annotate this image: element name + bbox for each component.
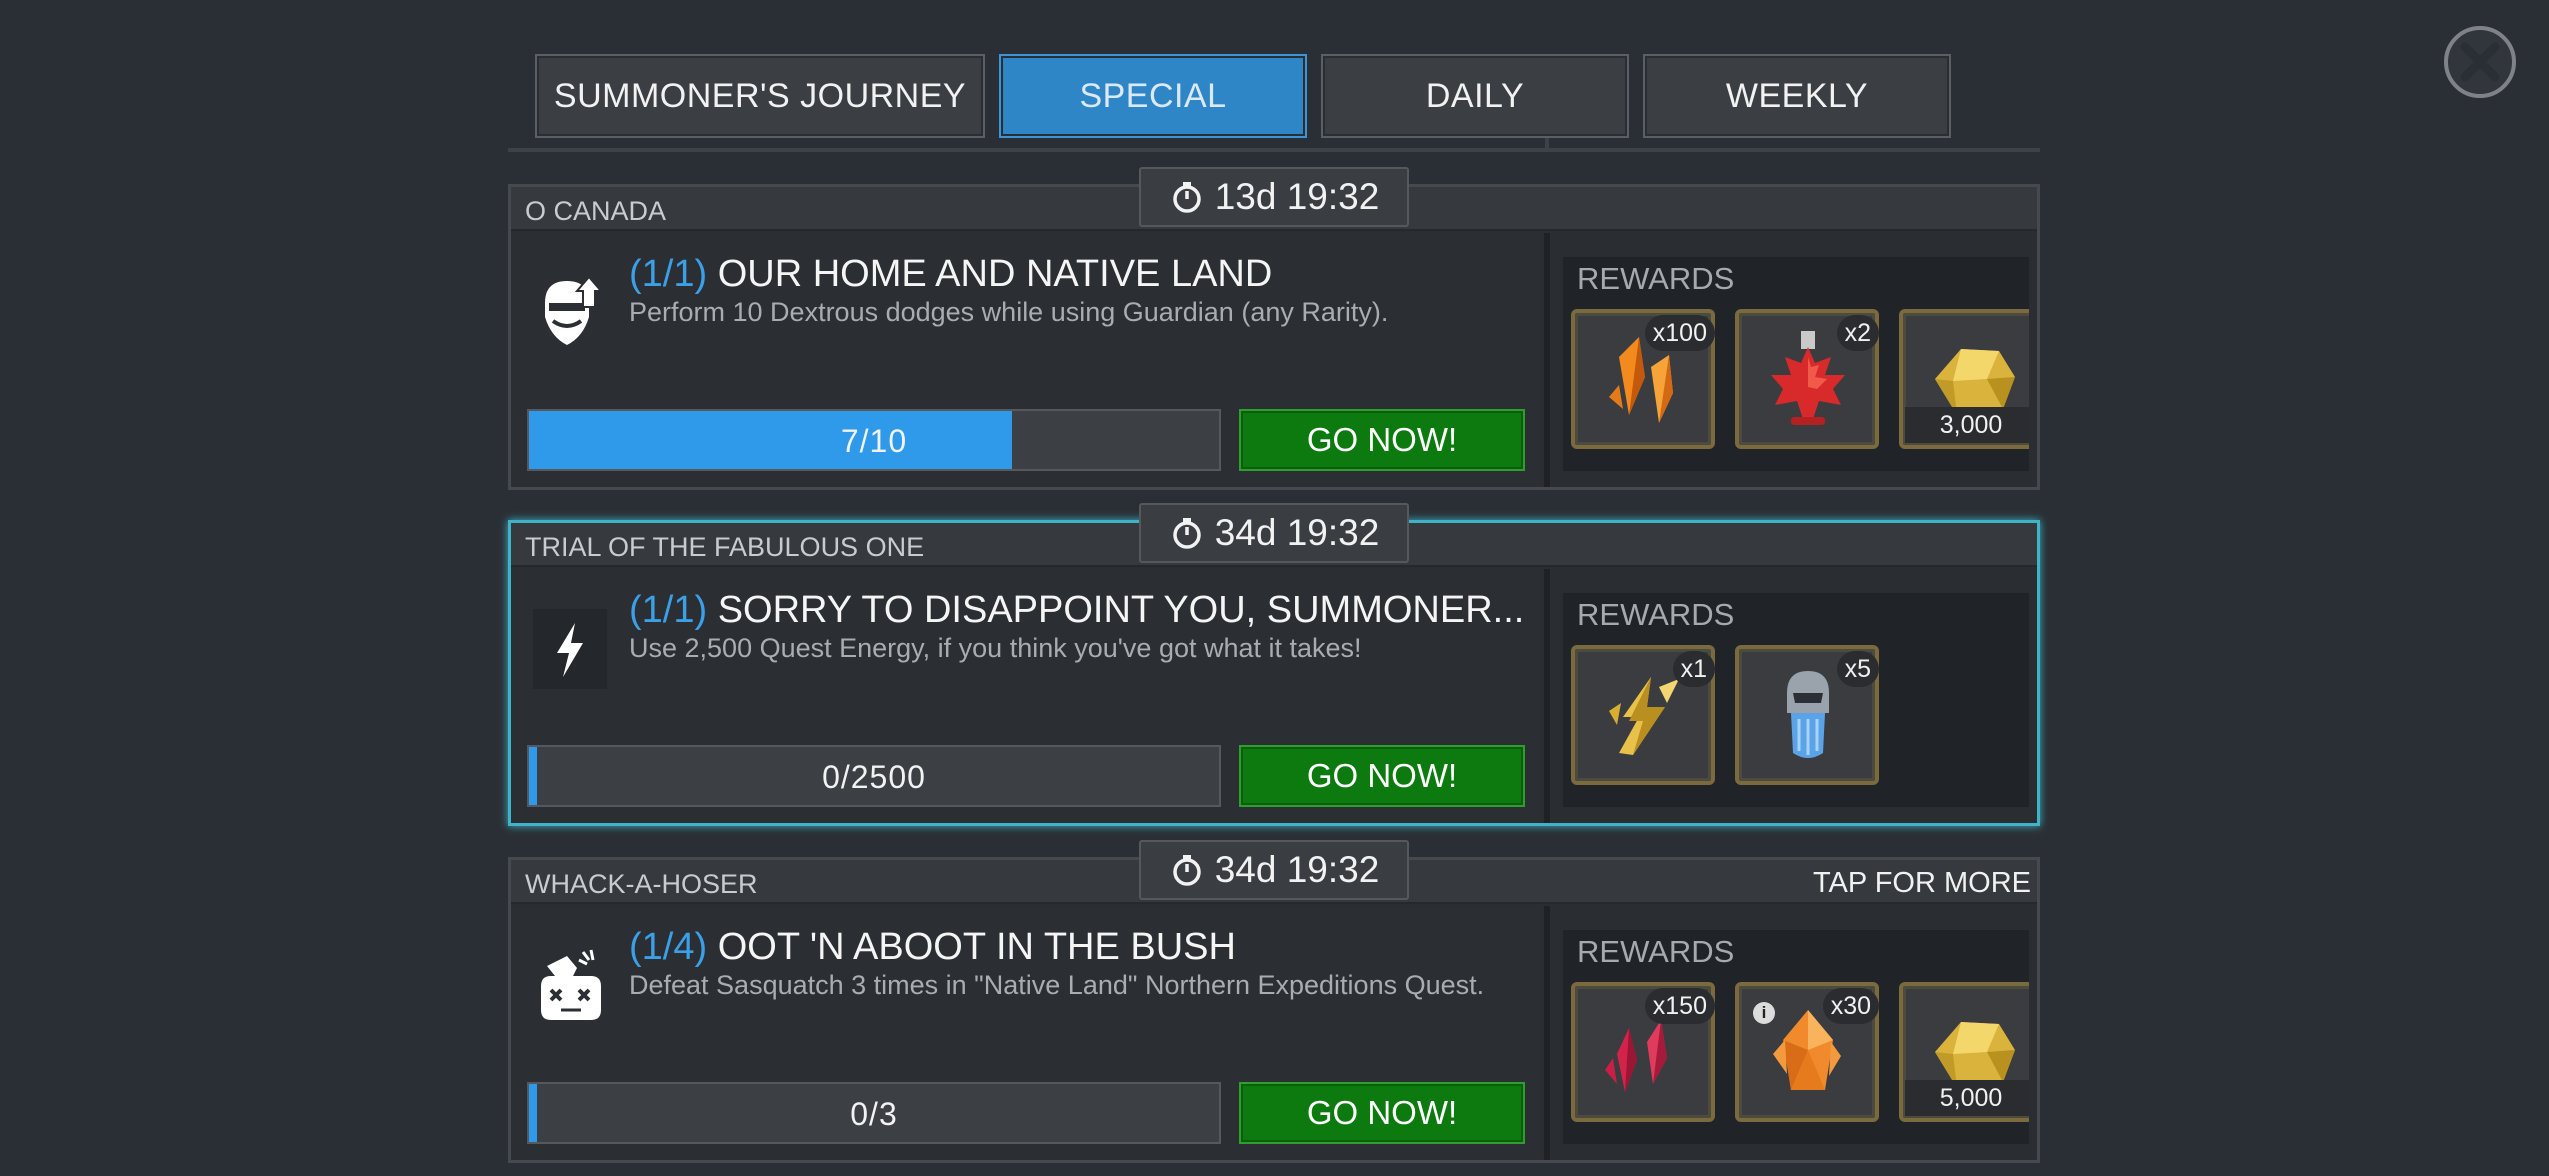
- close-icon: [2460, 42, 2500, 82]
- rewards-panel: REWARDS x150 i x30 5,000: [1563, 930, 2029, 1144]
- card-divider: [1544, 233, 1550, 487]
- reward-amount: 5,000: [1905, 1080, 2029, 1116]
- progress-text: 7/10: [840, 423, 908, 459]
- reward-item[interactable]: x5: [1735, 645, 1879, 785]
- quest-progress-bar: 0/3: [527, 1082, 1221, 1144]
- reward-item[interactable]: x150: [1571, 982, 1715, 1122]
- card-divider: [1544, 906, 1550, 1160]
- stopwatch-icon: [1172, 855, 1201, 886]
- reward-quantity: x100: [1644, 315, 1715, 351]
- reward-item[interactable]: 3,000: [1899, 309, 2029, 449]
- quest-timer: 34d 19:32: [1139, 503, 1409, 563]
- tab-daily[interactable]: DAILY: [1321, 54, 1629, 138]
- go-now-button[interactable]: GO NOW!: [1239, 745, 1525, 807]
- divider: [1545, 138, 1549, 152]
- tab-weekly[interactable]: WEEKLY: [1643, 54, 1951, 138]
- quest-title-text: OUR HOME AND NATIVE LAND: [717, 253, 1273, 295]
- go-now-button[interactable]: GO NOW!: [1239, 1082, 1525, 1144]
- reward-item[interactable]: i x30: [1735, 982, 1879, 1122]
- quest-body: (1/1) OUR HOME AND NATIVE LAND Perform 1…: [511, 233, 1541, 487]
- reward-item[interactable]: 5,000: [1899, 982, 2029, 1122]
- quest-step-count: (1/1): [629, 589, 708, 631]
- quest-description: Use 2,500 Quest Energy, if you think you…: [629, 633, 1362, 663]
- quest-card-whack-a-hoser[interactable]: WHACK-A-HOSER TAP FOR MORE 34d 19:32 (1/…: [508, 840, 2040, 1163]
- quest-timer: 13d 19:32: [1139, 167, 1409, 227]
- rewards-label: REWARDS: [1577, 934, 1735, 969]
- stopwatch-icon: [1172, 182, 1201, 213]
- quest-tabs: SUMMONER'S JOURNEY SPECIAL DAILY WEEKLY: [535, 54, 1951, 138]
- tap-for-more-link[interactable]: TAP FOR MORE: [1813, 867, 2031, 900]
- lightning-icon: [533, 609, 607, 689]
- guardian-class-icon: [533, 273, 607, 353]
- card-divider: [1544, 569, 1550, 823]
- quest-description: Perform 10 Dextrous dodges while using G…: [629, 297, 1389, 327]
- reward-quantity: x2: [1836, 315, 1879, 351]
- quest-body: (1/1) SORRY TO DISAPPOINT YOU, SUMMONER.…: [511, 569, 1541, 823]
- reward-quantity: x30: [1822, 988, 1879, 1024]
- quest-progress-bar: 7/10: [527, 409, 1221, 471]
- reward-amount: 3,000: [1905, 407, 2029, 443]
- quest-title-text: SORRY TO DISAPPOINT YOU, SUMMONER...: [717, 589, 1525, 631]
- timer-text: 13d 19:32: [1214, 176, 1380, 217]
- quest-card-trial-of-the-fabulous-one[interactable]: TRIAL OF THE FABULOUS ONE 34d 19:32 (1/1…: [508, 503, 2040, 826]
- quest-body: (1/4) OOT 'N ABOOT IN THE BUSH Defeat Sa…: [511, 906, 1541, 1160]
- reward-item[interactable]: x1: [1571, 645, 1715, 785]
- timer-text: 34d 19:32: [1214, 849, 1380, 890]
- rewards-label: REWARDS: [1577, 597, 1735, 632]
- stopwatch-icon: [1172, 518, 1201, 549]
- quest-title-text: OOT 'N ABOOT IN THE BUSH: [717, 926, 1236, 968]
- progress-text: 0/3: [850, 1096, 898, 1132]
- info-icon[interactable]: i: [1753, 1002, 1775, 1024]
- reward-quantity: x5: [1836, 651, 1879, 687]
- reward-item[interactable]: x2: [1735, 309, 1879, 449]
- defeat-enemy-icon: [533, 946, 607, 1026]
- go-now-button[interactable]: GO NOW!: [1239, 409, 1525, 471]
- timer-text: 34d 19:32: [1214, 512, 1380, 553]
- quest-title: (1/1) SORRY TO DISAPPOINT YOU, SUMMONER.…: [629, 589, 1524, 632]
- quest-description: Defeat Sasquatch 3 times in "Native Land…: [629, 970, 1485, 1000]
- quest-step-count: (1/4): [629, 926, 708, 968]
- divider: [508, 148, 2040, 152]
- quest-category: O CANADA: [525, 196, 667, 226]
- rewards-panel: REWARDS x100 x2 3,000: [1563, 257, 2029, 471]
- close-button[interactable]: [2444, 26, 2516, 98]
- quest-title: (1/1) OUR HOME AND NATIVE LAND: [629, 253, 1272, 296]
- tab-summoners-journey[interactable]: SUMMONER'S JOURNEY: [535, 54, 985, 138]
- reward-quantity: x150: [1644, 988, 1715, 1024]
- quest-card-o-canada[interactable]: O CANADA 13d 19:32 (1/1) OUR HOME AND NA…: [508, 167, 2040, 490]
- quest-progress-bar: 0/2500: [527, 745, 1221, 807]
- quest-title: (1/4) OOT 'N ABOOT IN THE BUSH: [629, 926, 1236, 969]
- quest-timer: 34d 19:32: [1139, 840, 1409, 900]
- rewards-label: REWARDS: [1577, 261, 1735, 296]
- reward-quantity: x1: [1672, 651, 1715, 687]
- quest-category: WHACK-A-HOSER: [525, 869, 758, 899]
- quest-step-count: (1/1): [629, 253, 708, 295]
- progress-text: 0/2500: [822, 759, 926, 795]
- quest-category: TRIAL OF THE FABULOUS ONE: [525, 532, 925, 562]
- tab-special[interactable]: SPECIAL: [999, 54, 1307, 138]
- reward-item[interactable]: x100: [1571, 309, 1715, 449]
- rewards-panel: REWARDS x1 x5: [1563, 593, 2029, 807]
